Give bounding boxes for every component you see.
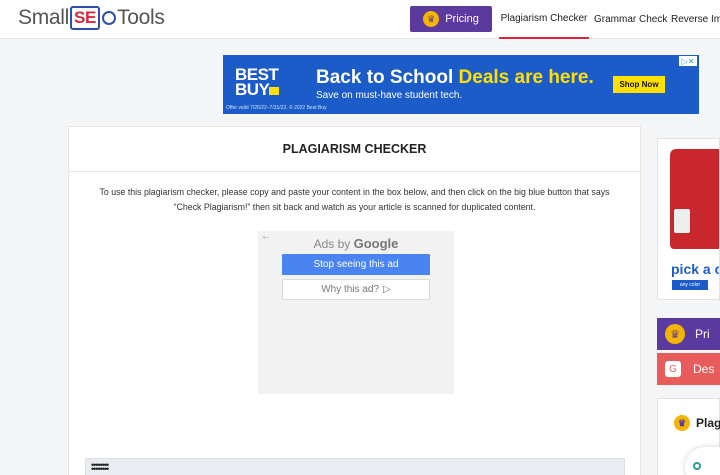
nav-plagiarism-checker[interactable]: Plagiarism Checker: [499, 0, 589, 39]
top-banner-ad[interactable]: BEST BUY Back to School Deals are here. …: [223, 55, 699, 114]
sidebar-pricing-label: Pri: [695, 327, 710, 341]
logo-text-seo: SE: [70, 6, 101, 30]
sidebar-plag-heading: ♛ Plag: [674, 415, 720, 431]
stop-seeing-ad-button[interactable]: Stop seeing this ad: [282, 254, 430, 275]
google-wordmark: Google: [353, 236, 399, 251]
crown-icon: ♛: [665, 324, 685, 344]
crown-icon: ♛: [423, 11, 440, 27]
ad-choices-icon: ▷: [383, 284, 391, 295]
top-navbar: Small SE Tools ♛ Pricing Plagiarism Chec…: [0, 0, 720, 39]
ads-by-label: Ads by: [313, 237, 354, 251]
chat-icon[interactable]: [693, 462, 701, 470]
pricing-label: Pricing: [445, 13, 479, 25]
sidebar-des-label: Des: [693, 362, 715, 376]
nav-grammar-check[interactable]: Grammar Check: [594, 0, 667, 39]
sidebar-plag-label: Plag: [696, 416, 720, 430]
magnifier-icon: [102, 11, 117, 25]
chat-widget[interactable]: [685, 447, 720, 475]
logo-text-tools: Tools: [117, 6, 165, 29]
page-title: PLAGIARISM CHECKER: [69, 127, 640, 172]
drag-handle-icon[interactable]: •••••••• ••••••••: [91, 461, 109, 474]
ads-by-google: Ads by Google: [258, 236, 454, 251]
sidebar-pricing-button[interactable]: ♛ Pri: [657, 318, 720, 350]
why-this-ad-button[interactable]: Why this ad? ▷: [282, 279, 430, 300]
sidebar-ad-cta[interactable]: any color: [672, 280, 708, 290]
ad-headline: Back to School Deals are here.: [316, 67, 594, 89]
why-this-ad-label: Why this ad?: [321, 284, 380, 295]
cup-image: [674, 209, 690, 233]
intro-text: To use this plagiarism checker, please c…: [99, 187, 610, 212]
google-ad-panel: ← Ads by Google Stop seeing this ad Why …: [258, 231, 454, 394]
ad-shop-now-button[interactable]: Shop Now: [613, 76, 665, 93]
sidebar-plagiarism-widget: ♛ Plag: [657, 398, 720, 475]
ad-headline-yellow: Deals are here.: [458, 67, 594, 88]
sidebar-ad-text: pick a c: [671, 261, 720, 277]
ad-fine-print: Offer valid 7/26/22–7/31/22. © 2022 Best…: [226, 105, 327, 111]
sidebar-ad[interactable]: pick a c any color: [657, 138, 720, 300]
plagiarism-checker-card: PLAGIARISM CHECKER To use this plagiaris…: [68, 126, 641, 475]
sidebar-design-button[interactable]: G Des: [657, 353, 720, 385]
site-logo[interactable]: Small SE Tools: [18, 6, 165, 30]
nav-reverse-image[interactable]: Reverse Ima: [671, 0, 720, 39]
coffee-machine-image: [670, 149, 719, 249]
crown-icon: ♛: [674, 415, 690, 431]
ad-brand-line2: BUY: [235, 80, 270, 99]
editor-toolbar: •••••••• ••••••••: [85, 458, 625, 475]
ad-close-icon[interactable]: ▷✕: [679, 56, 697, 66]
design-tool-icon: G: [665, 361, 681, 377]
logo-text-small: Small: [18, 6, 70, 29]
ad-headline-white: Back to School: [316, 67, 459, 88]
ad-subline: Save on must-have student tech.: [316, 90, 463, 101]
ad-brand-logo: BEST BUY: [235, 66, 280, 99]
pricing-button[interactable]: ♛ Pricing: [410, 6, 492, 32]
tag-icon: [269, 87, 280, 95]
